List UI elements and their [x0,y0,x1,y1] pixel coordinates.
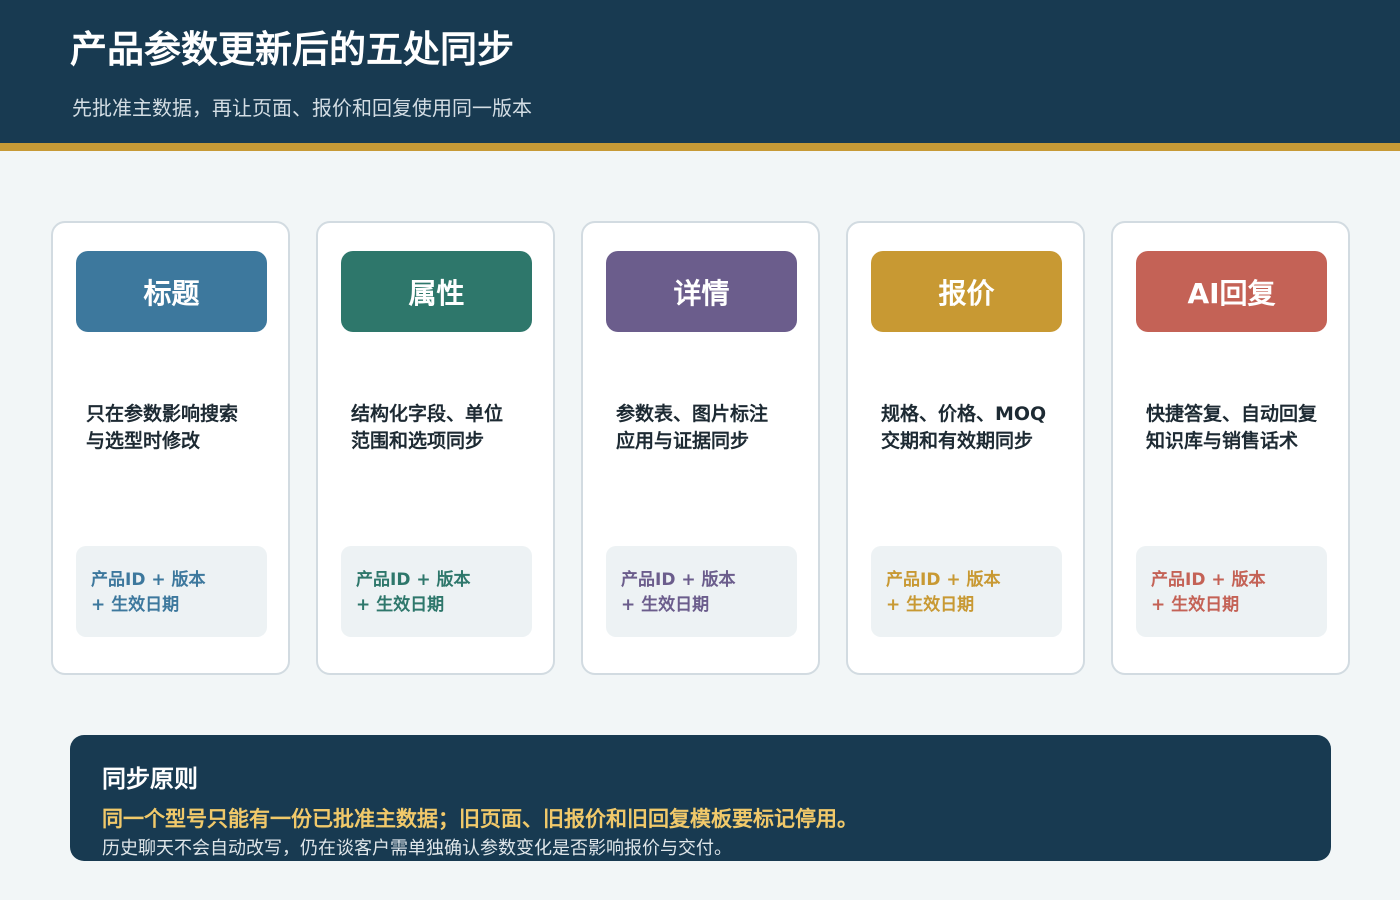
card-version-key: 产品ID + 版本 + 生效日期 [341,546,532,637]
card-header: 详情 [606,251,797,332]
card-description: 快捷答复、自动回复 知识库与销售话术 [1146,403,1318,452]
card-description: 只在参数影响搜索 与选型时修改 [86,403,239,452]
sync-card-attributes: 属性 结构化字段、单位 范围和选项同步 产品ID + 版本 + 生效日期 [316,221,555,675]
card-version-key: 产品ID + 版本 + 生效日期 [1136,546,1327,637]
sync-card-title: 标题 只在参数影响搜索 与选型时修改 产品ID + 版本 + 生效日期 [51,221,290,675]
card-header: AI回复 [1136,251,1327,332]
header-accent-bar [0,143,1400,151]
sync-card-details: 详情 参数表、图片标注 应用与证据同步 产品ID + 版本 + 生效日期 [581,221,820,675]
sync-card-quote: 报价 规格、价格、MOQ 交期和有效期同步 产品ID + 版本 + 生效日期 [846,221,1085,675]
card-description: 结构化字段、单位 范围和选项同步 [351,403,504,452]
card-description: 规格、价格、MOQ 交期和有效期同步 [881,403,1047,452]
sync-card-ai-reply: AI回复 快捷答复、自动回复 知识库与销售话术 产品ID + 版本 + 生效日期 [1111,221,1350,675]
principle-note: 历史聊天不会自动改写，仍在谈客户需单独确认参数变化是否影响报价与交付。 [102,838,732,859]
page-title: 产品参数更新后的五处同步 [70,28,514,71]
card-header: 属性 [341,251,532,332]
card-header: 标题 [76,251,267,332]
card-version-key: 产品ID + 版本 + 生效日期 [606,546,797,637]
card-header: 报价 [871,251,1062,332]
card-description: 参数表、图片标注 应用与证据同步 [616,403,769,452]
sync-principle-panel: 同步原则 同一个型号只能有一份已批准主数据；旧页面、旧报价和旧回复模板要标记停用… [70,735,1331,861]
card-version-key: 产品ID + 版本 + 生效日期 [76,546,267,637]
principle-title: 同步原则 [102,765,198,793]
card-version-key: 产品ID + 版本 + 生效日期 [871,546,1062,637]
principle-highlight: 同一个型号只能有一份已批准主数据；旧页面、旧报价和旧回复模板要标记停用。 [102,807,858,831]
page-subtitle: 先批准主数据，再让页面、报价和回复使用同一版本 [72,96,532,120]
